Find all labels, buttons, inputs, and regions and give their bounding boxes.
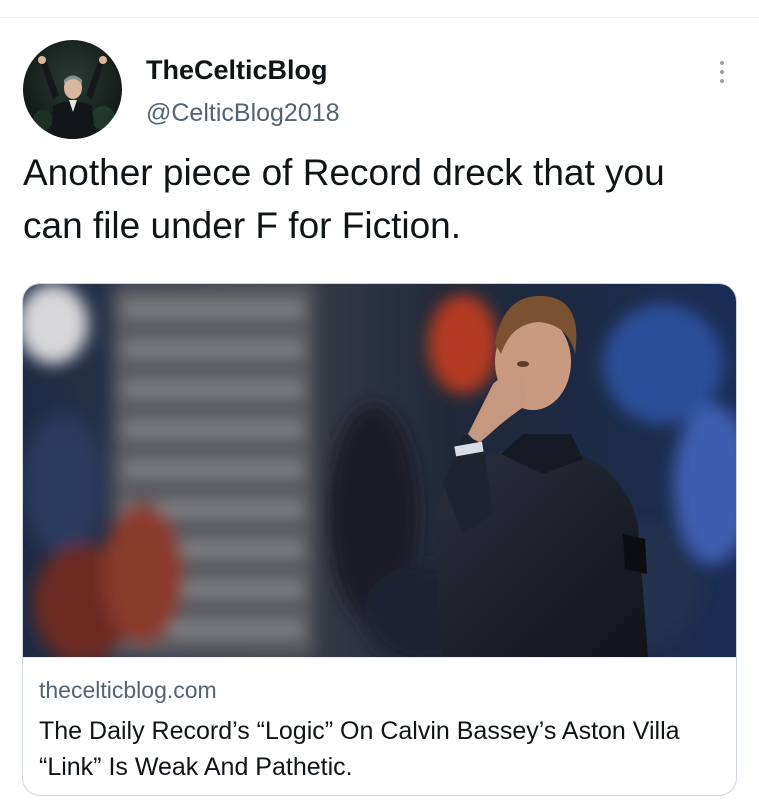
display-name[interactable]: TheCelticBlog	[146, 54, 328, 86]
avatar-photo	[23, 40, 122, 139]
article-photo	[23, 284, 736, 657]
card-body[interactable]: thecelticblog.com The Daily Record’s “Lo…	[23, 657, 736, 785]
avatar[interactable]	[23, 40, 122, 139]
divider	[0, 17, 759, 18]
card-title: The Daily Record’s “Logic” On Calvin Bas…	[39, 717, 680, 781]
more-options-icon	[720, 79, 724, 83]
more-options-icon	[720, 61, 724, 65]
card-image[interactable]	[23, 284, 736, 657]
link-card[interactable]: thecelticblog.com The Daily Record’s “Lo…	[22, 283, 737, 796]
user-handle[interactable]: @CelticBlog2018	[146, 98, 340, 128]
more-options-button[interactable]	[705, 52, 739, 92]
tweet-text: Another piece of Record dreck that you c…	[23, 152, 665, 246]
more-options-icon	[720, 70, 724, 74]
tweet[interactable]: TheCelticBlog @CelticBlog2018 Another pi…	[0, 0, 759, 800]
card-domain: thecelticblog.com	[39, 677, 217, 703]
